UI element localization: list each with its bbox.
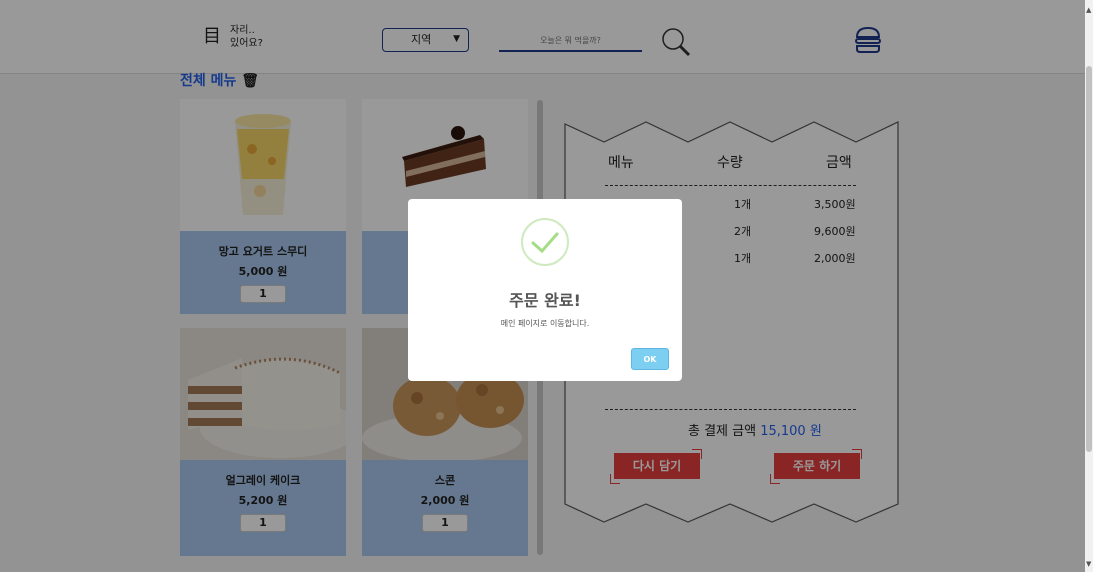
success-check-icon xyxy=(521,218,569,266)
ok-button[interactable]: OK xyxy=(631,348,669,370)
scroll-down-icon[interactable]: ▼ xyxy=(1086,560,1091,568)
scrollbar-thumb[interactable] xyxy=(1086,66,1092,452)
page-scrollbar[interactable]: ▲ ▼ xyxy=(1085,0,1093,572)
dialog-message: 메인 페이지로 이동합니다. xyxy=(500,319,590,328)
dialog-title: 주문 완료! xyxy=(509,291,581,310)
scroll-up-icon[interactable]: ▲ xyxy=(1086,6,1091,14)
order-complete-dialog: 주문 완료! 메인 페이지로 이동합니다. OK xyxy=(408,199,682,381)
